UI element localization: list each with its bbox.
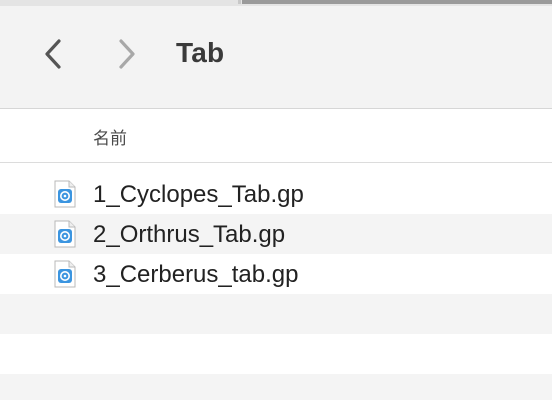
- toolbar: Tab: [0, 6, 552, 109]
- file-name: 2_Orthrus_Tab.gp: [93, 221, 286, 248]
- column-header-label: 名前: [93, 129, 127, 149]
- guitar-pro-file-icon: [54, 180, 76, 208]
- empty-row: [0, 334, 552, 374]
- chevron-right-icon: [119, 39, 135, 69]
- file-row[interactable]: 3_Cerberus_tab.gp: [0, 254, 552, 294]
- file-name: 3_Cerberus_tab.gp: [93, 261, 299, 288]
- file-list: 1_Cyclopes_Tab.gp 2_Orthrus_Tab.gp 3_Cer…: [0, 174, 552, 400]
- guitar-pro-file-icon: [54, 220, 76, 248]
- guitar-pro-file-icon: [54, 260, 76, 288]
- file-row[interactable]: 2_Orthrus_Tab.gp: [0, 214, 552, 254]
- empty-row: [0, 294, 552, 334]
- back-button[interactable]: [36, 34, 72, 74]
- window-title: Tab: [176, 37, 225, 68]
- column-header-name[interactable]: 名前: [0, 109, 552, 163]
- file-name: 1_Cyclopes_Tab.gp: [93, 181, 304, 208]
- empty-row: [0, 374, 552, 400]
- forward-button[interactable]: [108, 34, 144, 74]
- file-row[interactable]: 1_Cyclopes_Tab.gp: [0, 174, 552, 214]
- chevron-left-icon: [45, 39, 61, 69]
- finder-window: Tab 名前 1_Cyclopes_Tab.gp 2_Orthrus_Tab.g…: [0, 0, 552, 400]
